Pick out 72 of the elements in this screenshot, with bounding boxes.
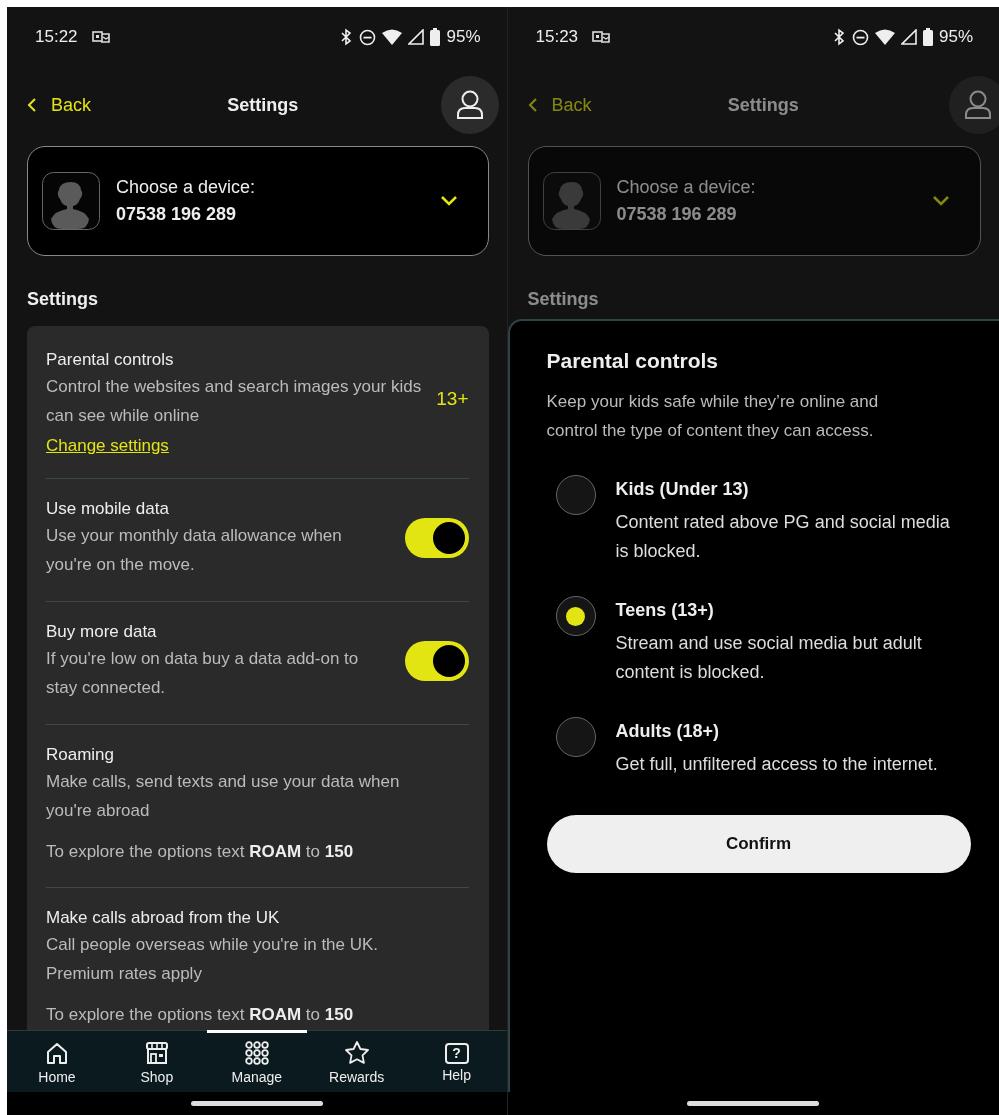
setting-note: To explore the options text ROAM to 150 bbox=[46, 841, 355, 863]
radio-button[interactable] bbox=[555, 596, 596, 636]
device-selector[interactable]: Choose a device: 07538 196 289 bbox=[27, 146, 489, 256]
page-title: Settings bbox=[727, 94, 799, 116]
option-description: Stream and use social media but adult content is blocked. bbox=[615, 632, 923, 684]
change-settings-link[interactable]: Change settings bbox=[46, 436, 169, 456]
signal-icon bbox=[408, 29, 425, 45]
sheet-description: Keep your kids safe while they’re online and control the type of content they can access. bbox=[546, 391, 880, 442]
battery-level: 95% bbox=[446, 27, 481, 47]
page-title: Settings bbox=[227, 94, 299, 116]
option-description: Content rated above PG and social media is blocked. bbox=[615, 511, 951, 563]
confirm-button[interactable]: Confirm bbox=[546, 815, 971, 873]
setting-description: Make calls, send texts and use your data when you're abroad bbox=[46, 771, 401, 822]
section-heading: Settings bbox=[526, 288, 600, 311]
do-not-disturb-icon bbox=[851, 28, 869, 46]
nav-tab[interactable]: Shop bbox=[106, 1030, 207, 1092]
device-number: 07538 196 289 bbox=[116, 204, 238, 225]
option-description: Get full, unfiltered access to the internet. bbox=[615, 753, 939, 776]
bluetooth-icon bbox=[831, 28, 846, 46]
setting-title: Parental controls bbox=[46, 349, 175, 371]
back-button[interactable]: Back bbox=[27, 94, 92, 116]
do-not-disturb-icon bbox=[359, 28, 377, 46]
setting-description: Call people overseas while you're in the UK. Premium rates apply bbox=[46, 934, 380, 985]
status-time: 15:22 bbox=[35, 27, 78, 47]
section-heading: Settings bbox=[26, 288, 99, 311]
store-icon bbox=[143, 1040, 170, 1066]
back-icon bbox=[527, 97, 538, 113]
signal-icon bbox=[900, 29, 917, 45]
battery-icon bbox=[922, 28, 933, 46]
device-number: 07538 196 289 bbox=[616, 204, 738, 225]
nav-tab[interactable]: ? Help bbox=[406, 1030, 507, 1092]
nav-tab[interactable]: Home bbox=[7, 1030, 107, 1092]
rating-value: 13+ bbox=[436, 388, 469, 410]
device-selector[interactable]: Choose a device: 07538 196 289 bbox=[527, 146, 981, 256]
option-title: Adults (18+) bbox=[615, 721, 721, 742]
chevron-down-icon bbox=[439, 195, 458, 207]
grid-icon bbox=[243, 1040, 270, 1066]
silhouette-icon bbox=[542, 172, 601, 230]
toggle-switch[interactable] bbox=[404, 518, 469, 558]
notification-icon bbox=[592, 30, 611, 44]
status-time: 15:23 bbox=[535, 27, 579, 47]
setting-title: Roaming bbox=[46, 744, 116, 766]
battery-icon bbox=[430, 28, 441, 46]
radio-button[interactable] bbox=[555, 717, 596, 757]
device-label: Choose a device: bbox=[616, 177, 757, 198]
setting-title: Use mobile data bbox=[46, 498, 170, 520]
person-icon bbox=[964, 90, 992, 120]
setting-description: If you're low on data buy a data add-on to stay connected. bbox=[46, 648, 360, 699]
device-label: Choose a device: bbox=[116, 177, 257, 198]
silhouette-icon bbox=[42, 172, 100, 230]
notification-icon bbox=[91, 30, 110, 44]
wifi-icon bbox=[382, 29, 403, 45]
sheet-title: Parental controls bbox=[546, 349, 720, 373]
toggle-switch[interactable] bbox=[404, 641, 469, 681]
wifi-icon bbox=[874, 29, 895, 45]
help-icon: ? bbox=[444, 1042, 469, 1064]
battery-level: 95% bbox=[938, 27, 973, 47]
setting-note: To explore the options text ROAM to 150 bbox=[46, 1004, 355, 1026]
option-title: Kids (Under 13) bbox=[615, 479, 750, 500]
chevron-down-icon bbox=[932, 195, 950, 207]
nav-tab[interactable]: Rewards bbox=[306, 1030, 407, 1092]
back-icon bbox=[27, 97, 37, 113]
setting-description: Use your monthly data allowance when you're on the move. bbox=[46, 525, 343, 576]
option-title: Teens (13+) bbox=[615, 600, 715, 621]
star-icon bbox=[343, 1040, 370, 1066]
radio-button[interactable] bbox=[555, 475, 596, 515]
bluetooth-icon bbox=[339, 28, 354, 46]
setting-title: Make calls abroad from the UK bbox=[46, 907, 281, 929]
setting-description: Control the websites and search images your kids can see while online bbox=[46, 376, 423, 427]
back-button[interactable]: Back bbox=[527, 94, 592, 116]
setting-title: Buy more data bbox=[46, 621, 158, 643]
person-icon bbox=[455, 90, 484, 120]
